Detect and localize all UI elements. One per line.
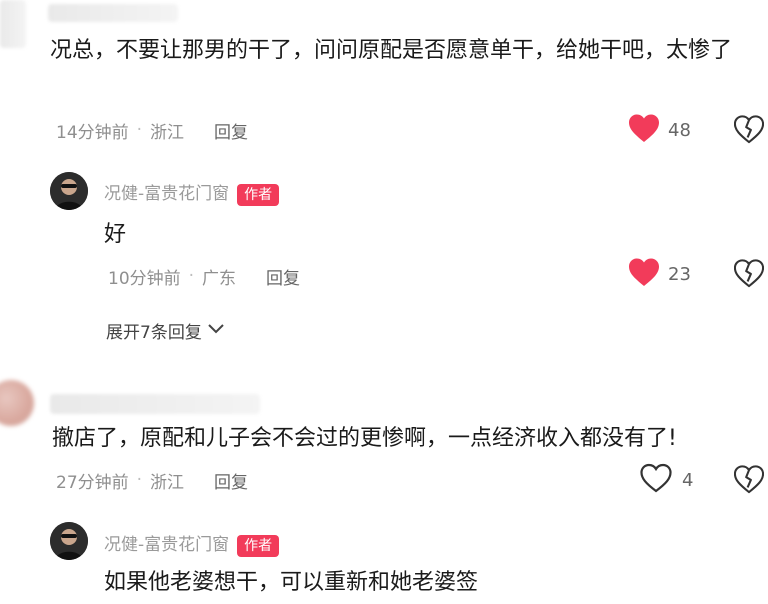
reply-text: 如果他老婆想干，可以重新和她老婆签 (104, 570, 479, 595)
comment-meta: 27分钟前 · 浙江 回复 (56, 466, 248, 494)
expand-replies-button[interactable]: 展开7条回复 (106, 316, 224, 344)
expand-replies-label: 展开7条回复 (106, 322, 202, 343)
author-badge: 作者 (237, 534, 280, 557)
comment-location: 浙江 (150, 472, 185, 493)
reply-author-row: 况健-富贵花门窗 作者 (104, 530, 280, 557)
like-count: 4 (682, 469, 694, 491)
reply-time: 10分钟前 (108, 268, 181, 289)
broken-heart-icon (733, 465, 765, 498)
like-button[interactable]: 48 (628, 114, 698, 146)
dislike-button[interactable] (733, 464, 765, 498)
dislike-button[interactable] (733, 114, 765, 148)
author-avatar[interactable] (50, 172, 88, 210)
reply-location: 广东 (202, 268, 237, 289)
like-button[interactable]: 23 (628, 258, 698, 290)
reply-author-row: 况健-富贵花门窗 作者 (104, 179, 280, 206)
comment-text: 况总，不要让那男的干了，问问原配是否愿意单干，给她干吧，太惨了 (50, 38, 733, 63)
author-avatar[interactable] (50, 522, 88, 560)
reply-meta: 10分钟前 · 广东 回复 (108, 262, 300, 290)
reply-button[interactable]: 回复 (214, 468, 248, 493)
blurred-username-1 (48, 4, 178, 22)
meta-separator: · (188, 266, 195, 286)
comment-time: 14分钟前 (56, 122, 129, 143)
like-count: 23 (668, 263, 691, 285)
blurred-username-2 (50, 394, 260, 414)
author-name[interactable]: 况健-富贵花门窗 (104, 184, 229, 204)
chevron-down-icon (208, 320, 224, 340)
dislike-button[interactable] (733, 258, 765, 292)
like-button[interactable]: 4 (640, 463, 700, 497)
heart-filled-icon (628, 113, 660, 147)
comment-text: 撤店了，原配和儿子会不会过的更惨啊，一点经济收入都没有了! (52, 426, 677, 451)
reply-button[interactable]: 回复 (214, 118, 248, 143)
heart-outline-icon (640, 463, 672, 497)
comment-location: 浙江 (150, 122, 185, 143)
like-count: 48 (668, 119, 691, 141)
heart-filled-icon (628, 257, 660, 291)
reply-text: 好 (104, 222, 127, 247)
meta-separator: · (136, 470, 143, 490)
meta-separator: · (136, 120, 143, 140)
author-badge: 作者 (237, 183, 280, 206)
reply-button[interactable]: 回复 (266, 264, 300, 289)
broken-heart-icon (733, 115, 765, 148)
author-name[interactable]: 况健-富贵花门窗 (104, 535, 229, 555)
broken-heart-icon (733, 259, 765, 292)
commenter-avatar[interactable] (0, 380, 34, 426)
blurred-avatar-1 (0, 0, 26, 48)
comment-meta: 14分钟前 · 浙江 回复 (56, 116, 248, 144)
comment-time: 27分钟前 (56, 472, 129, 493)
